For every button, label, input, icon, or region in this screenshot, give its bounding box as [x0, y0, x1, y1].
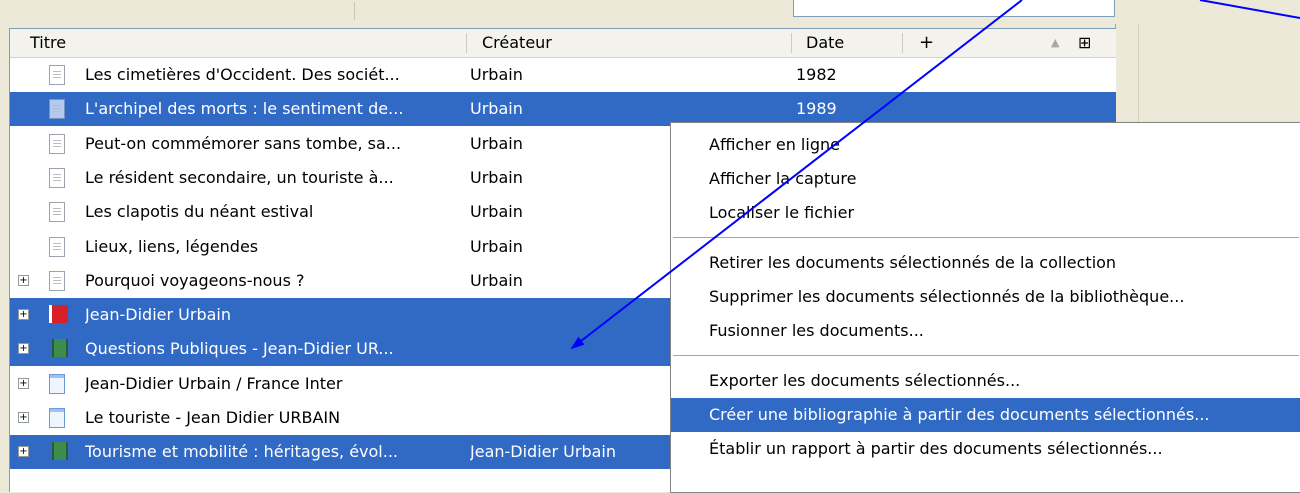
column-separator[interactable] — [466, 33, 467, 53]
expand-toggle-icon[interactable]: + — [18, 274, 29, 286]
search-input[interactable] — [793, 0, 1115, 17]
document-icon — [49, 270, 65, 291]
column-header-title[interactable]: Titre — [30, 29, 66, 57]
document-icon — [49, 236, 65, 257]
column-picker-icon[interactable]: ⊞ — [1078, 29, 1091, 57]
add-column-button[interactable]: + — [919, 29, 934, 57]
menu-item[interactable]: Afficher la capture — [671, 162, 1300, 196]
column-separator[interactable] — [791, 33, 792, 53]
webpage-icon — [49, 373, 65, 394]
column-separator[interactable] — [902, 33, 903, 53]
cell-date: 1982 — [796, 65, 837, 84]
toolbar-divider — [354, 2, 355, 20]
document-icon — [49, 202, 65, 223]
cell-title: Jean-Didier Urbain — [85, 305, 231, 325]
document-icon — [49, 133, 65, 154]
menu-item-label: Localiser le fichier — [709, 203, 855, 222]
expand-toggle-icon[interactable]: + — [18, 446, 29, 458]
column-header-bar: Titre Créateur Date + ▲ ⊞ — [10, 29, 1116, 58]
menu-item-label: Retirer les documents sélectionnés de la… — [709, 253, 1117, 272]
expand-toggle-icon[interactable]: + — [18, 412, 29, 423]
cell-title: Les clapotis du néant estival — [85, 202, 314, 222]
menu-item[interactable]: Fusionner les documents... — [671, 314, 1300, 348]
column-header-creator[interactable]: Créateur — [482, 29, 552, 57]
menu-item[interactable]: Exporter les documents sélectionnés... — [671, 364, 1300, 398]
menu-item[interactable]: Créer une bibliographie à partir des doc… — [671, 398, 1300, 432]
menu-item-label: Supprimer les documents sélectionnés de … — [709, 287, 1185, 306]
cell-title: Tourisme et mobilité : héritages, évol..… — [85, 442, 399, 462]
cell-title: Le résident secondaire, un touriste à... — [85, 167, 394, 187]
sort-ascending-icon: ▲ — [1051, 36, 1060, 49]
cell-title: Pourquoi voyageons-nous ? — [85, 270, 305, 290]
cell-title: Lieux, liens, légendes — [85, 236, 259, 256]
cell-title: Les cimetières d'Occident. Des sociét... — [85, 65, 400, 84]
cell-creator: Urbain — [470, 65, 523, 84]
webpage-icon — [49, 408, 65, 428]
menu-item[interactable]: Retirer les documents sélectionnés de la… — [671, 246, 1300, 280]
menu-separator — [673, 355, 1299, 356]
document-icon — [49, 65, 65, 85]
expand-toggle-icon[interactable]: + — [18, 377, 29, 389]
context-menu: Afficher en ligne Afficher la capture Loca… — [670, 122, 1300, 493]
cell-title: Peut-on commémorer sans tombe, sa... — [85, 133, 402, 153]
expand-toggle-icon[interactable]: + — [18, 343, 29, 355]
expand-toggle-icon[interactable]: + — [18, 309, 29, 321]
film-icon — [52, 442, 68, 461]
cell-title: Le touriste - Jean Didier URBAIN — [85, 408, 341, 427]
cell-title: Jean-Didier Urbain / France Inter — [85, 373, 343, 393]
menu-item-label: Établir un rapport à partir des document… — [709, 439, 1163, 458]
table-row[interactable]: Les cimetières d'Occident. Des sociét...… — [10, 58, 1116, 92]
menu-item-label: Exporter les documents sélectionnés... — [709, 371, 1021, 390]
book-icon — [49, 305, 68, 324]
menu-item[interactable]: Afficher en ligne — [671, 128, 1300, 162]
film-icon — [52, 339, 68, 358]
menu-item[interactable]: Supprimer les documents sélectionnés de … — [671, 280, 1300, 314]
menu-separator — [673, 237, 1299, 238]
column-header-date[interactable]: Date — [806, 29, 844, 57]
menu-item-label: Afficher la capture — [709, 169, 857, 188]
cell-title: L'archipel des morts : le sentiment de..… — [85, 99, 404, 119]
menu-item-label: Afficher en ligne — [709, 135, 840, 154]
menu-item-label: Fusionner les documents... — [709, 321, 924, 340]
menu-item[interactable]: Localiser le fichier — [671, 196, 1300, 230]
document-icon — [49, 99, 65, 120]
menu-item[interactable]: Établir un rapport à partir des document… — [671, 432, 1300, 466]
document-icon — [49, 167, 65, 188]
cell-title: Questions Publiques - Jean-Didier UR... — [85, 339, 394, 359]
toolbar — [0, 0, 1300, 24]
menu-item-label: Créer une bibliographie à partir des doc… — [709, 405, 1210, 424]
